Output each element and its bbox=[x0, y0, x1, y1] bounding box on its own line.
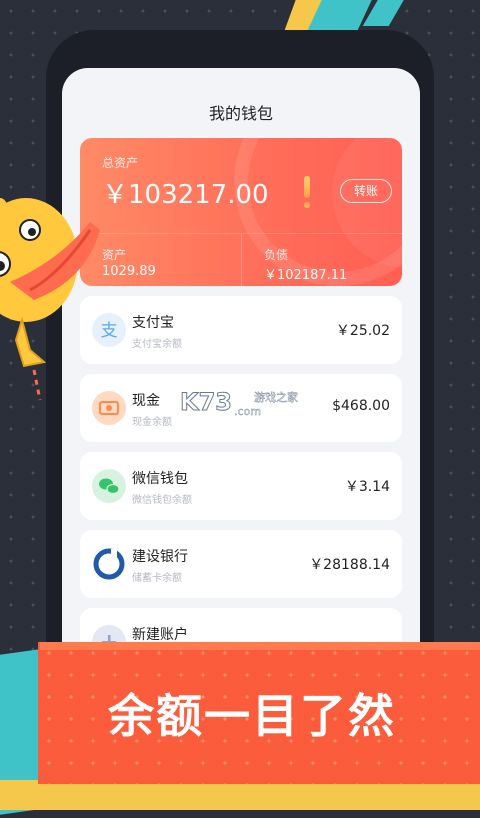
total-assets-value: ￥103217.00 bbox=[102, 180, 269, 210]
account-amount: $468.00 bbox=[332, 398, 390, 414]
account-desc: 支付宝余额 bbox=[132, 339, 182, 350]
account-desc: 微信钱包余额 bbox=[132, 495, 192, 506]
slogan-text: 余额一目了然 bbox=[108, 689, 396, 743]
account-name: 支付宝 bbox=[132, 315, 174, 331]
account-amount: ￥25.02 bbox=[335, 323, 390, 339]
total-assets-label: 总资产 bbox=[102, 156, 139, 170]
transfer-button[interactable]: 转账 bbox=[340, 179, 392, 203]
svg-text:游戏之家: 游戏之家 bbox=[254, 390, 298, 404]
divider bbox=[241, 234, 242, 286]
debt-label: 负债 bbox=[264, 248, 289, 262]
wechat-icon bbox=[92, 469, 126, 503]
account-name: 微信钱包 bbox=[132, 471, 188, 487]
account-row-alipay[interactable]: 支 支付宝 支付宝余额 ￥25.02 bbox=[80, 296, 402, 364]
page-title: 我的钱包 bbox=[208, 104, 273, 123]
debt-value: ￥102187.11 bbox=[264, 268, 348, 283]
svg-text:K73: K73 bbox=[180, 388, 232, 416]
k73-watermark-logo: K73 .com 游戏之家 bbox=[180, 388, 299, 419]
warning-icon bbox=[302, 176, 312, 210]
account-amount: ￥28188.14 bbox=[309, 557, 390, 573]
account-row-wechat[interactable]: 微信钱包 微信钱包余额 ￥3.14 bbox=[80, 452, 402, 520]
ccb-bank-icon bbox=[92, 547, 126, 581]
account-row-ccb[interactable]: 建设银行 储蓄卡余额 ￥28188.14 bbox=[80, 530, 402, 598]
assets-value: 1029.89 bbox=[102, 264, 156, 279]
account-desc: 现金余额 bbox=[132, 417, 172, 428]
account-name: 新建账户 bbox=[132, 627, 188, 643]
account-amount: ￥3.14 bbox=[344, 479, 390, 495]
account-name: 建设银行 bbox=[132, 549, 188, 565]
duck-mascot bbox=[0, 198, 100, 401]
svg-text:.com: .com bbox=[234, 405, 261, 418]
account-desc: 储蓄卡余额 bbox=[132, 573, 182, 584]
decorative-shape bbox=[0, 780, 480, 810]
asset-summary-card: 总资产 ￥103217.00 转账 资产 1029.89 负债 ￥102187.… bbox=[80, 138, 402, 286]
decorative-shape bbox=[40, 642, 480, 650]
account-name: 现金 bbox=[132, 393, 160, 409]
